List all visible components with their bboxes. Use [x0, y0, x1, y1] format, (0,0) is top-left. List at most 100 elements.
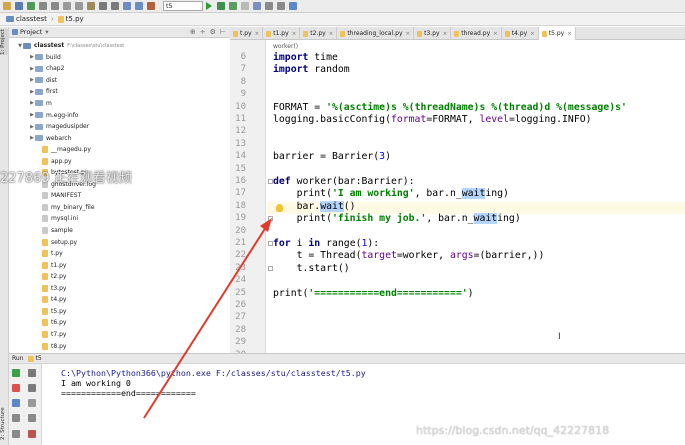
close-icon[interactable]: × [443, 31, 448, 37]
open-folder-icon[interactable] [3, 2, 11, 10]
tree-item[interactable]: ▶ build [29, 52, 61, 64]
paste-icon[interactable] [87, 2, 95, 10]
code-line[interactable]: import time [273, 52, 338, 63]
rerun-icon[interactable] [12, 369, 20, 377]
back-icon[interactable] [39, 2, 47, 10]
code-line[interactable]: logging.basicConfig(format=FORMAT, level… [273, 114, 592, 125]
editor-tab[interactable]: thread.py × [451, 27, 502, 40]
stop-icon[interactable] [241, 2, 249, 10]
coverage-icon[interactable] [229, 2, 237, 10]
tree-item[interactable]: ▶ magedusipder [29, 121, 89, 133]
tree-item[interactable]: app.py [42, 155, 72, 167]
code-line[interactable]: for i in range(1): [273, 238, 379, 249]
close-icon[interactable]: × [493, 31, 498, 37]
run-icon[interactable] [206, 2, 212, 10]
fold-marker-icon[interactable] [268, 241, 273, 246]
code-editor[interactable]: 6 7 8 9 10 11 12 13 14 15 16 17 18 19 20 21 22 23 24 25 26 27… [230, 40, 685, 353]
chevron-down-icon[interactable]: ▾ [45, 28, 48, 36]
soft-wrap-icon[interactable] [28, 399, 36, 407]
vcs-icon[interactable] [253, 2, 261, 10]
tree-item[interactable]: t2.py [42, 271, 66, 283]
code-line[interactable]: print('finish my job.', bar.n_waiting) [273, 213, 521, 225]
settings-icon[interactable] [265, 2, 273, 10]
code-line[interactable]: t.start() [273, 263, 350, 274]
tree-item[interactable]: __magedu.py [42, 144, 91, 156]
scroll-up-icon[interactable] [28, 369, 36, 377]
editor-tab[interactable]: t5.py × [538, 27, 576, 40]
code-breadcrumb[interactable]: worker() [273, 43, 298, 50]
copy-icon[interactable] [75, 2, 83, 10]
forward-icon[interactable] [51, 2, 59, 10]
project-tool-tab[interactable]: 1: Project [0, 29, 9, 55]
tree-item[interactable]: MANIFEST [42, 190, 81, 202]
gear-icon[interactable]: ⚙ [210, 28, 216, 36]
tree-item[interactable]: t8.py [42, 340, 66, 352]
collapse-all-icon[interactable]: ÷ [200, 28, 206, 36]
build-icon[interactable] [147, 2, 155, 10]
replace-icon[interactable] [111, 2, 119, 10]
code-line[interactable]: barrier = Barrier(3) [273, 151, 391, 162]
tree-item[interactable]: my_binary_file [42, 202, 95, 214]
code-line[interactable]: print('===========end===========') [273, 288, 474, 299]
tree-item[interactable]: t5.py [42, 306, 66, 318]
tree-item[interactable]: t4.py [42, 294, 66, 306]
tree-item[interactable]: ▶ chap2 [29, 63, 64, 75]
cut-icon[interactable] [63, 2, 71, 10]
tree-item[interactable]: ▶ dist [29, 75, 57, 87]
close-icon[interactable]: × [530, 31, 535, 37]
find-icon[interactable] [99, 2, 107, 10]
tree-item[interactable]: ▶ webarch [29, 132, 71, 144]
tree-item[interactable]: mysql.ini [42, 213, 78, 225]
run-config-tab[interactable]: t5 [36, 355, 42, 362]
code-line[interactable]: def worker(bar:Barrier): [273, 176, 415, 187]
debug-icon[interactable] [217, 2, 225, 10]
code-line[interactable]: FORMAT = '%(asctime)s %(threadName)s %(t… [273, 102, 627, 113]
structure-tool-tab[interactable]: 2: Structure [0, 405, 9, 443]
tree-item[interactable]: t3.py [42, 283, 66, 295]
code-line[interactable]: bar.wait() [273, 200, 356, 212]
save-icon[interactable] [15, 2, 23, 10]
lightbulb-icon[interactable] [276, 204, 283, 212]
editor-tab[interactable]: t2.py × [300, 27, 338, 40]
fold-marker-icon[interactable] [268, 179, 273, 184]
hide-panel-icon[interactable]: ⊢ [220, 28, 226, 36]
code-line[interactable]: t = Thread(target=worker, args=(barrier,… [273, 250, 545, 261]
fold-marker-icon[interactable] [268, 265, 273, 271]
tree-item[interactable]: sample [42, 225, 73, 237]
editor-tab[interactable]: threading_local.py × [337, 27, 415, 40]
tree-root[interactable]: ▼ classtest F:\classes\stu\classtest [17, 40, 124, 52]
close-icon[interactable]: × [292, 31, 297, 37]
structure-icon[interactable] [277, 2, 285, 10]
close-icon[interactable]: × [329, 31, 334, 37]
nav-forward-icon[interactable] [135, 2, 143, 10]
pause-icon[interactable] [12, 399, 20, 407]
help-icon[interactable] [289, 2, 297, 10]
code-line[interactable]: import random [273, 64, 350, 75]
breadcrumb-project[interactable]: classtest [3, 14, 50, 24]
close-icon[interactable]: × [406, 31, 411, 37]
code-line[interactable]: print('I am working', bar.n_waiting) [273, 188, 509, 200]
fold-marker-icon[interactable] [268, 216, 273, 222]
tree-item[interactable]: t1.py [42, 259, 66, 271]
dump-threads-icon[interactable] [12, 414, 20, 422]
close-icon[interactable]: × [567, 31, 572, 37]
tree-item[interactable]: t6.py [42, 317, 66, 329]
tree-item[interactable]: t7.py [42, 329, 66, 341]
settings-icon[interactable] [12, 430, 20, 438]
tree-item[interactable]: t.py [42, 248, 63, 260]
tree-item[interactable]: ▶ m [29, 98, 52, 110]
editor-tab[interactable]: t.py × [230, 27, 264, 40]
print-icon[interactable] [28, 414, 36, 422]
nav-back-icon[interactable] [123, 2, 131, 10]
run-config-select[interactable]: t5 [163, 1, 203, 11]
sync-icon[interactable] [27, 2, 35, 10]
scroll-down-icon[interactable] [28, 384, 36, 392]
project-view-select[interactable]: Project [20, 28, 42, 36]
clear-icon[interactable] [28, 430, 36, 438]
breadcrumb-file[interactable]: t5.py [55, 14, 87, 24]
tree-item[interactable]: ▶ m.egg-info [29, 109, 78, 121]
tree-item[interactable]: ▶ first [29, 86, 58, 98]
editor-tab[interactable]: t4.py × [502, 27, 539, 40]
editor-tab[interactable]: t3.py × [414, 27, 452, 40]
editor-tab[interactable]: t1.py × [263, 27, 301, 40]
